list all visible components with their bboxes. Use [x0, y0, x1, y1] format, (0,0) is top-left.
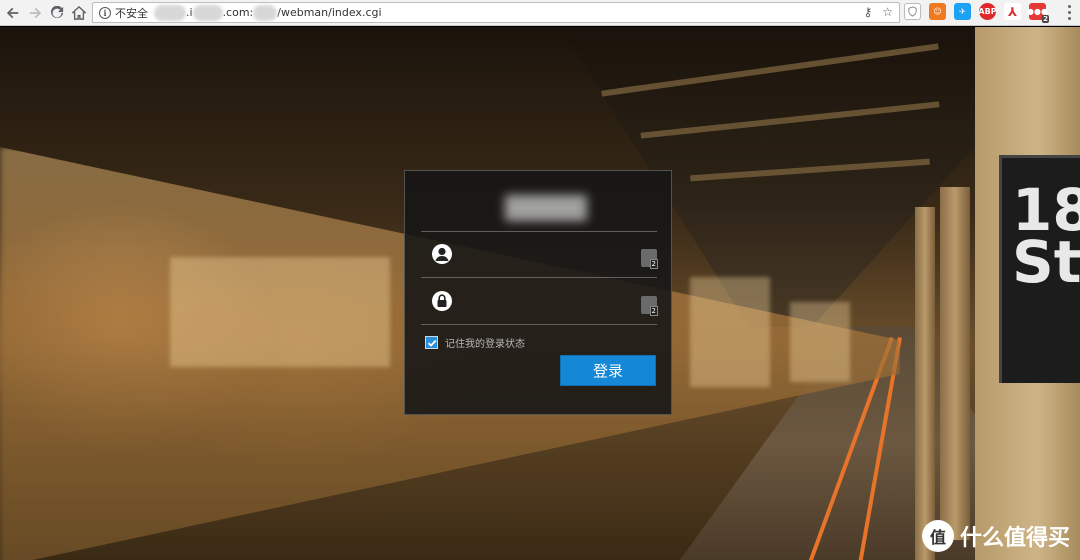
redacted-title	[505, 195, 587, 221]
url-part-1: .i	[186, 6, 193, 19]
user-icon	[431, 243, 453, 265]
password-manager-icon[interactable]: 2	[641, 296, 658, 316]
column	[940, 187, 970, 540]
extensions-bar: ☺ ✈ ABP ⅄ ●●● 2	[904, 3, 1049, 23]
watermark: 值 什么值得买	[921, 520, 1070, 552]
forward-arrow-icon	[29, 7, 42, 18]
orange-ext-icon[interactable]: ☺	[929, 3, 946, 20]
watermark-logo-icon: 值	[921, 520, 954, 552]
username-input[interactable]	[465, 243, 635, 267]
pw-manager-badge: 2	[649, 259, 658, 269]
address-bar[interactable]: i 不安全 .i .com: /webman/index.cgi ⚷ ☆	[92, 2, 900, 23]
key-icon[interactable]: ⚷	[863, 5, 872, 19]
login-dialog: 2 2 记住我的登录状态 登录	[404, 170, 672, 415]
home-button[interactable]	[68, 2, 90, 24]
shield-ext-icon[interactable]	[904, 3, 921, 20]
red-badge-ext-icon[interactable]: ●●● 2	[1027, 3, 1049, 23]
login-button[interactable]: 登录	[560, 355, 656, 386]
security-label: 不安全	[115, 6, 148, 20]
url-text[interactable]: .i .com: /webman/index.cgi	[154, 4, 382, 21]
back-button[interactable]	[2, 2, 24, 24]
reload-button[interactable]	[46, 2, 68, 24]
twitter-ext-icon[interactable]: ✈	[954, 3, 971, 20]
adblock-ext-icon[interactable]: ABP	[978, 3, 997, 20]
train-window	[170, 257, 390, 367]
back-arrow-icon	[6, 7, 19, 18]
redacted-blur	[192, 4, 223, 21]
remember-me-checkbox[interactable]	[425, 336, 438, 349]
station-sign-line-2: St	[1012, 228, 1080, 296]
pw-manager-badge: 2	[649, 306, 658, 316]
password-input[interactable]	[465, 290, 635, 314]
url-part-2: .com:	[222, 6, 254, 19]
url-part-3: /webman/index.cgi	[277, 6, 382, 19]
password-manager-icon[interactable]: 2	[641, 249, 658, 269]
lock-icon	[431, 290, 453, 312]
checkmark-icon	[427, 339, 436, 347]
star-icon[interactable]: ☆	[882, 5, 893, 19]
info-icon[interactable]: i	[99, 6, 111, 19]
divider	[421, 277, 657, 278]
station-sign: 18 St	[999, 155, 1080, 383]
pdf-ext-icon[interactable]: ⅄	[1004, 3, 1021, 20]
shield-icon	[908, 6, 917, 17]
forward-button[interactable]	[24, 2, 46, 24]
divider	[421, 231, 657, 232]
divider	[421, 324, 657, 325]
browser-menu-icon[interactable]	[1064, 4, 1074, 21]
remember-me-label: 记住我的登录状态	[445, 339, 525, 350]
remember-me-row[interactable]: 记住我的登录状态	[425, 335, 525, 350]
redacted-blur	[154, 4, 186, 21]
ext-badge: 2	[1042, 15, 1049, 23]
train-window	[690, 277, 770, 387]
reload-icon	[50, 5, 64, 18]
station-sign-text: 18 St	[1012, 181, 1080, 296]
train-window	[790, 302, 850, 382]
redacted-blur	[253, 4, 278, 21]
column	[915, 207, 935, 560]
omnibox-actions: ⚷ ☆	[863, 5, 893, 19]
home-icon	[72, 5, 86, 20]
browser-toolbar: i 不安全 .i .com: /webman/index.cgi ⚷ ☆ ☺ ✈…	[0, 0, 1080, 26]
watermark-text: 什么值得买	[959, 526, 1070, 551]
